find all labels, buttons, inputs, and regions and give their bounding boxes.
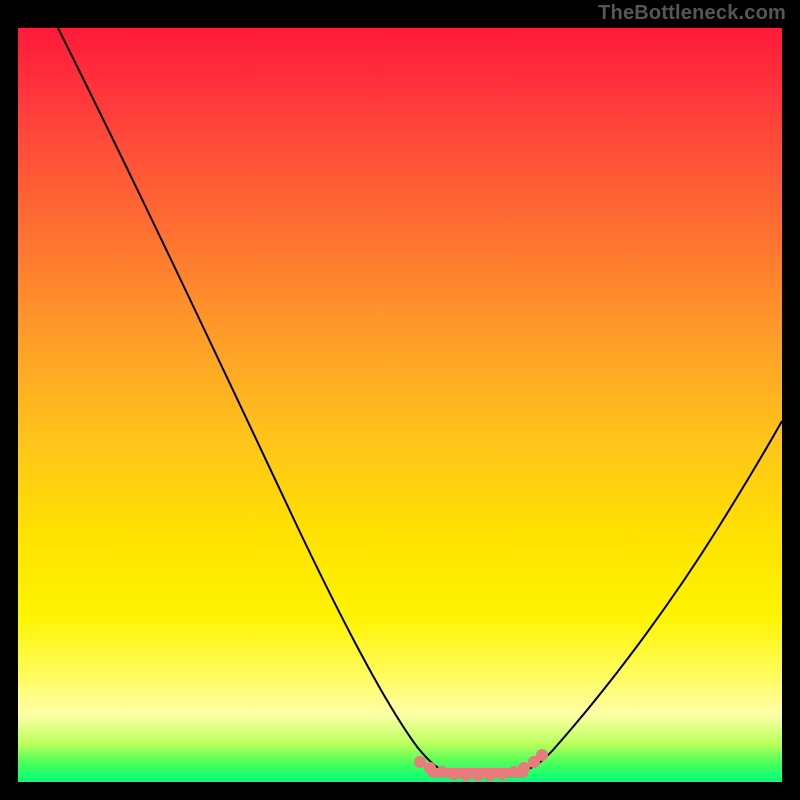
bottleneck-curve-path — [58, 28, 782, 772]
chart-frame: TheBottleneck.com — [0, 0, 800, 800]
plot-area — [18, 28, 782, 782]
curve-svg — [18, 28, 782, 782]
attribution-label: TheBottleneck.com — [598, 2, 786, 25]
optimal-range-markers — [414, 749, 548, 781]
